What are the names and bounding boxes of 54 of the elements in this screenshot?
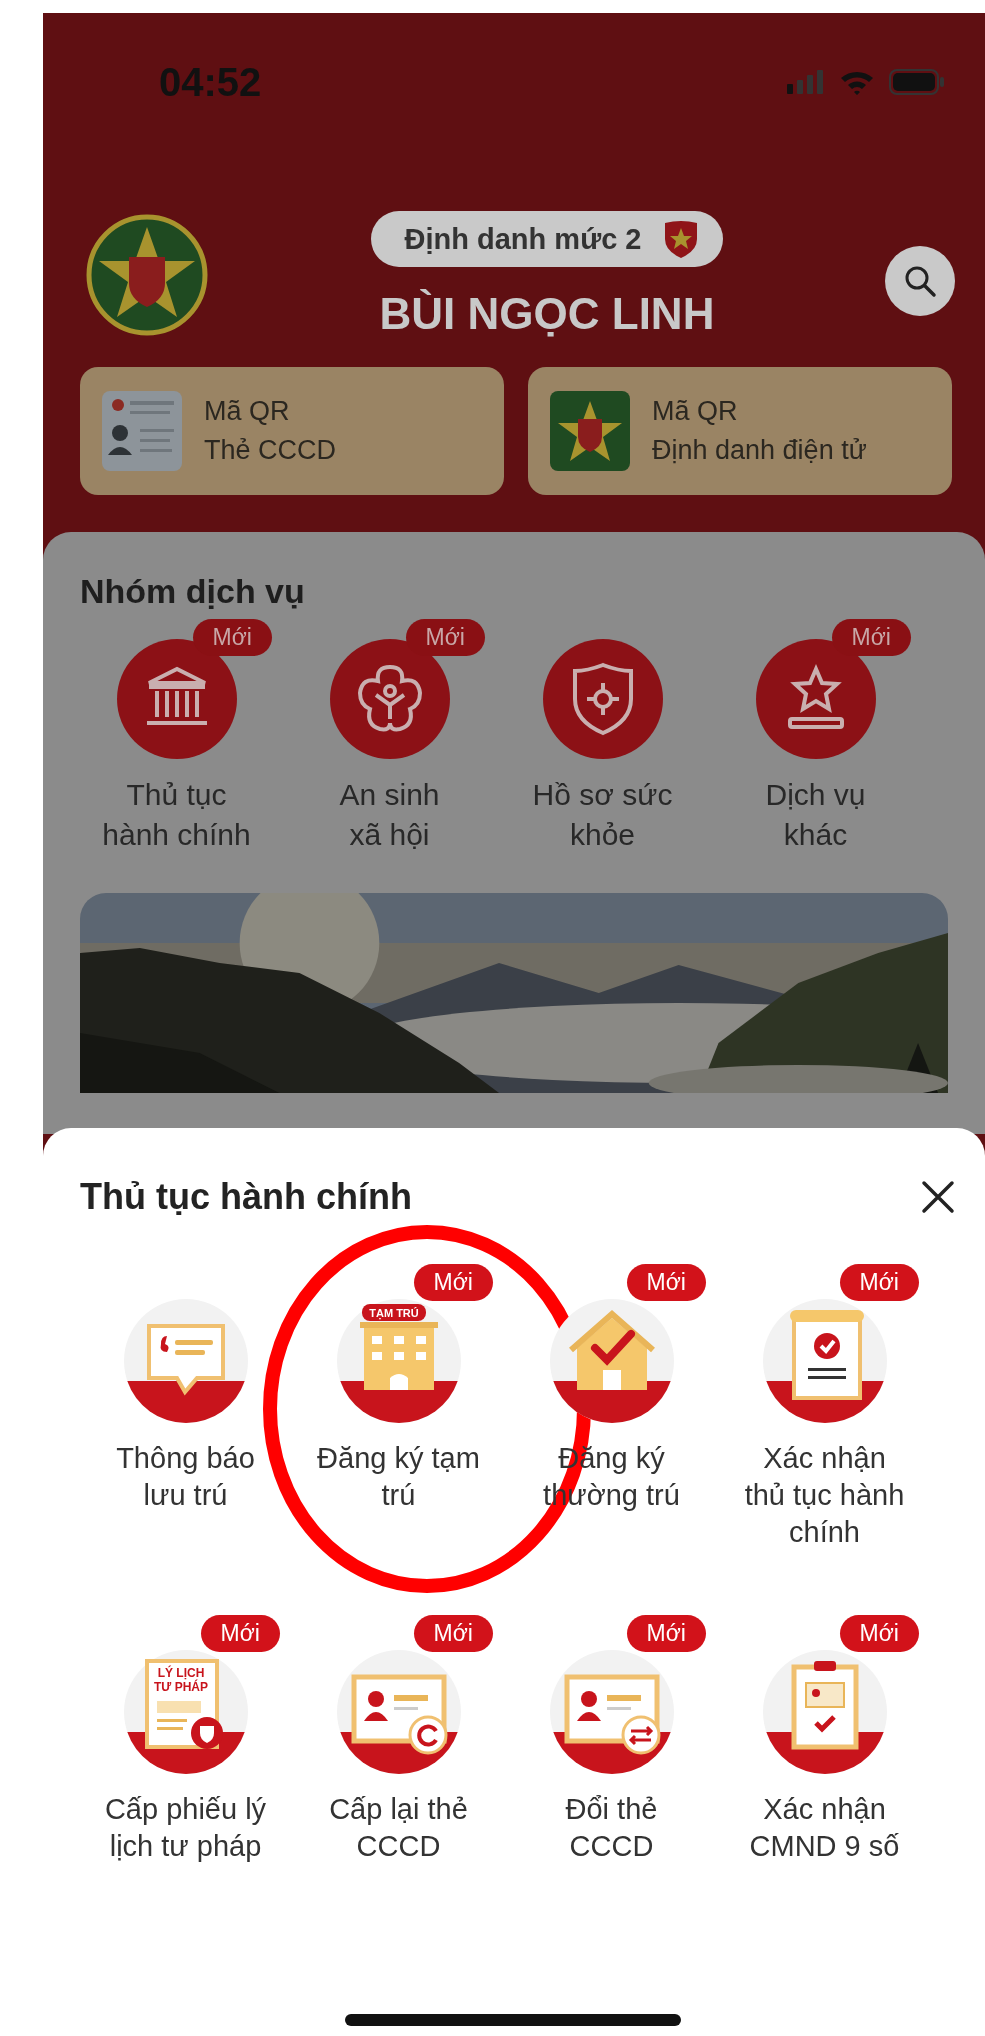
signal-icon [787, 70, 825, 94]
qr-card[interactable]: Mã QR Định danh điện tử [528, 367, 952, 495]
service-label[interactable]: Hồ sơ sức khỏe [532, 775, 673, 855]
shield-icon [663, 219, 700, 259]
procedure-label[interactable]: Đăng ký tạm trú [317, 1440, 480, 1514]
section-title: Nhóm dịch vụ [80, 572, 306, 611]
qr-card-subtitle: Thẻ CCCD [204, 435, 337, 466]
record-icon[interactable] [123, 1650, 248, 1775]
house-icon[interactable] [549, 1299, 674, 1424]
emblem-avatar[interactable] [85, 213, 209, 337]
new-badge: Mới [839, 1615, 919, 1652]
user-name: BÙI NGỌC LINH [379, 289, 715, 339]
notice-icon[interactable] [123, 1299, 248, 1424]
search-icon [903, 264, 937, 298]
qr-card-title: Mã QR [652, 396, 739, 427]
icon-caption: TƯ PHÁP [153, 1680, 208, 1694]
new-badge: Mới [192, 619, 272, 656]
qr-card-title: Mã QR [204, 396, 291, 427]
id-card-icon [100, 389, 184, 473]
qr-card-subtitle: Định danh điện tử [652, 435, 867, 466]
status-time: 04:52 [159, 59, 262, 105]
new-badge: Mới [831, 619, 911, 656]
service-label[interactable]: An sinh xã hội [339, 775, 440, 855]
new-badge: Mới [626, 1264, 706, 1301]
new-badge: Mới [626, 1615, 706, 1652]
procedure-label[interactable]: Cấp phiếu lý lịch tư pháp [104, 1791, 267, 1865]
card-refresh-icon[interactable] [336, 1650, 461, 1775]
qr-card[interactable]: Mã QR Thẻ CCCD [80, 367, 504, 495]
new-badge: Mới [200, 1615, 280, 1652]
service-label[interactable]: Thủ tục hành chính [102, 775, 251, 855]
procedure-label[interactable]: Xác nhận thủ tục hành chính [744, 1440, 905, 1551]
new-badge: Mới [413, 1615, 493, 1652]
icon-caption: LÝ LỊCH [157, 1666, 204, 1680]
new-badge: Mới [405, 619, 485, 656]
level-badge[interactable]: Định danh mức 2 [370, 211, 724, 267]
shield-icon[interactable] [542, 639, 663, 759]
close-button[interactable] [921, 1180, 955, 1214]
new-badge: Mới [839, 1264, 919, 1301]
close-icon [921, 1180, 955, 1214]
new-badge: Mới [413, 1264, 493, 1301]
icon-caption: TẠM TRÚ [368, 1307, 419, 1319]
service-label[interactable]: Dịch vụ khác [765, 775, 866, 855]
procedure-label[interactable]: Xác nhận CMND 9 số [749, 1791, 900, 1865]
procedure-label[interactable]: Thông báo lưu trú [116, 1440, 255, 1514]
battery-icon [889, 69, 945, 95]
scroll-icon[interactable] [762, 1299, 887, 1424]
temp-residence-icon[interactable] [336, 1299, 461, 1424]
card-swap-icon[interactable] [549, 1650, 674, 1775]
emblem-icon [548, 389, 632, 473]
clipboard-icon[interactable] [762, 1650, 887, 1775]
sheet-title: Thủ tục hành chính [80, 1176, 412, 1218]
procedure-label[interactable]: Cấp lại thẻ CCCD [329, 1791, 468, 1865]
procedure-label[interactable]: Đổi thẻ CCCD [565, 1791, 658, 1865]
wifi-icon [839, 69, 875, 95]
